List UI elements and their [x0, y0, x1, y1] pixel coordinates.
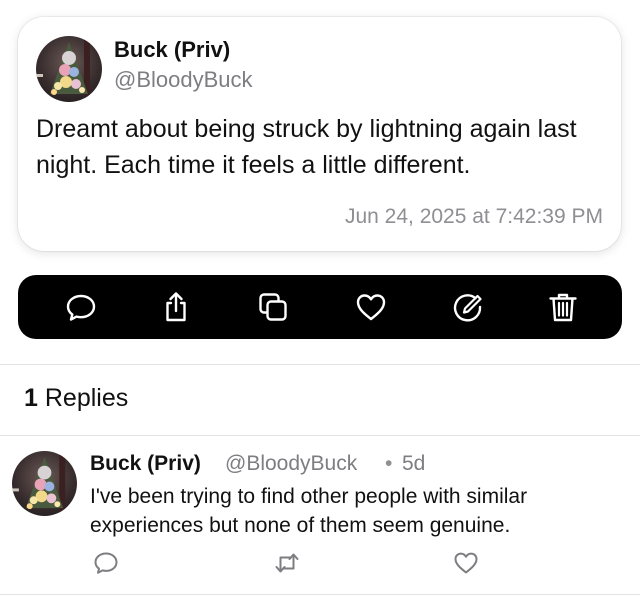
delete-button[interactable] [545, 289, 581, 325]
share-button[interactable] [158, 289, 194, 325]
avatar-image [12, 451, 77, 516]
replies-count: 1 [24, 384, 38, 412]
reply-comment-button[interactable] [92, 549, 120, 577]
divider [0, 364, 640, 365]
reply-text: I've been trying to find other people wi… [90, 485, 528, 537]
edit-icon [453, 294, 482, 322]
reply-like-button[interactable] [452, 549, 480, 577]
avatar[interactable] [12, 451, 77, 516]
reply-author-name[interactable]: Buck (Priv) [90, 452, 201, 476]
post-timestamp: Jun 24, 2025 at 7:42:39 PM [344, 205, 603, 228]
post-author-handle[interactable]: @BloodyBuck [114, 67, 253, 93]
post-card: Buck (Priv) @BloodyBuck Dreamt about bei… [18, 17, 621, 251]
avatar[interactable] [36, 36, 102, 102]
edit-button[interactable] [450, 289, 486, 325]
action-bar [18, 275, 622, 339]
share-icon [166, 292, 186, 322]
comment-icon [66, 294, 96, 321]
divider [0, 594, 640, 595]
heart-icon [356, 294, 386, 321]
divider [0, 435, 640, 436]
reply-separator: • [385, 452, 393, 475]
comment-button[interactable] [63, 289, 99, 325]
copy-button[interactable] [255, 289, 291, 325]
like-button[interactable] [353, 289, 389, 325]
comment-icon [94, 552, 118, 574]
copy-icon [259, 293, 287, 321]
repost-icon [275, 553, 299, 573]
avatar-image [36, 36, 102, 102]
heart-icon [454, 552, 478, 574]
post-author-name[interactable]: Buck (Priv) [114, 37, 230, 63]
replies-label: Replies [44, 384, 129, 412]
reply-age: 5d [402, 452, 426, 475]
reply-repost-button[interactable] [273, 549, 301, 577]
replies-heading: 1 Replies [24, 384, 128, 413]
trash-icon [549, 293, 577, 322]
post-text: Dreamt about being struck by lightning a… [36, 115, 577, 179]
reply-author-handle[interactable]: @BloodyBuck [225, 452, 357, 476]
